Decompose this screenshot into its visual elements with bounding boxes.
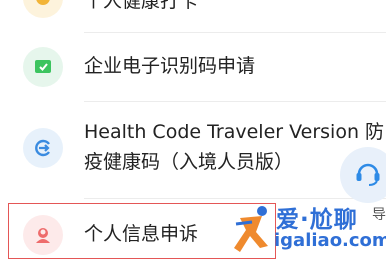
headset-icon bbox=[353, 158, 383, 192]
watermark-mascot-icon bbox=[234, 206, 268, 252]
traveler-code-icon bbox=[23, 128, 63, 168]
watermark-title: 爱·尬聊 bbox=[276, 207, 358, 233]
watermark-url: igaliao.com bbox=[274, 230, 386, 251]
health-checkin-icon bbox=[23, 0, 63, 18]
list-item-label-line1: Health Code Traveler Version 防 bbox=[84, 121, 385, 143]
list-item-enterprise-code[interactable]: 企业电子识别码申请 bbox=[0, 33, 386, 99]
list-item-label: 个人健康打卡 bbox=[84, 0, 199, 12]
watermark-extra: 导 bbox=[372, 207, 386, 223]
list-item-label-line2: 疫健康码（入境人员版） bbox=[84, 151, 294, 173]
list-item-label: 企业电子识别码申请 bbox=[84, 55, 256, 77]
enterprise-code-icon bbox=[23, 47, 63, 87]
list-item-traveler-health-code[interactable]: Health Code Traveler Version 防 疫健康码（入境人员… bbox=[0, 102, 386, 198]
watermark-logo: 爱·尬聊 igaliao.com 导 bbox=[232, 200, 386, 264]
